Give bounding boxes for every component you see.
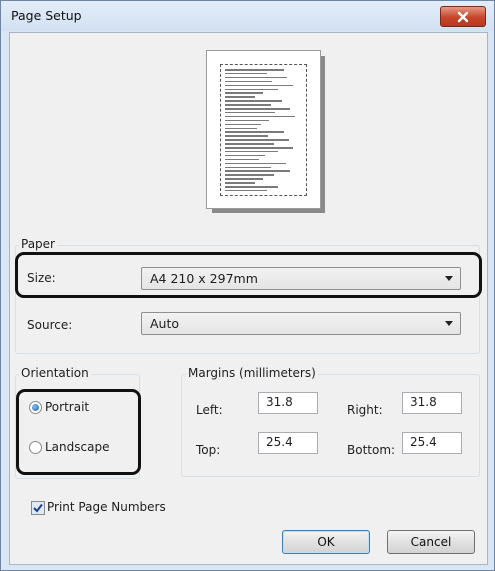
preview-text-line [225,135,268,137]
title-bar[interactable]: Page Setup [1,1,494,31]
preview-text-line [225,96,255,98]
margin-bottom-input[interactable] [410,435,460,449]
preview-text-line [225,72,267,75]
paper-size-value: A4 210 x 297mm [150,271,258,286]
preview-text-line [225,108,290,110]
preview-text-line [225,178,263,180]
preview-text-line [225,182,255,184]
preview-text-line [225,147,293,149]
paper-size-select[interactable]: A4 210 x 297mm [141,267,461,290]
radio-selected-dot [32,404,39,411]
preview-text-line [225,143,274,145]
paper-source-select[interactable]: Auto [141,312,461,335]
preview-text-line [225,80,272,83]
preview-text-line [225,115,295,118]
margin-top-label: Top: [196,443,221,457]
preview-text-line [225,186,278,188]
print-page-numbers-label[interactable]: Print Page Numbers [47,500,166,514]
preview-text-line [225,131,284,133]
preview-text-line [225,174,274,176]
preview-text-line [225,166,271,168]
close-button[interactable] [440,6,486,27]
preview-text-line [225,150,278,153]
preview-text-line [225,88,278,90]
margin-left-field[interactable] [258,392,318,414]
preview-text-line [225,76,287,79]
preview-text-line [225,119,269,122]
preview-text-line [225,154,265,157]
preview-text-line [225,111,275,114]
preview-text-line [225,123,261,126]
portrait-radio[interactable] [29,401,42,414]
cancel-button[interactable]: Cancel [387,530,475,554]
landscape-label[interactable]: Landscape [45,440,109,454]
preview-margin-box [220,64,307,196]
preview-text-line [225,69,284,71]
preview-text-line [225,139,289,141]
margin-left-label: Left: [196,403,223,417]
print-page-numbers-checkbox[interactable] [31,501,45,515]
margin-top-input[interactable] [266,435,316,449]
source-label: Source: [27,318,73,332]
margins-group-label: Margins (millimeters) [186,366,318,380]
portrait-label[interactable]: Portrait [45,400,89,414]
page-setup-window: Page Setup Paper Size: A4 210 x 297mm So… [0,0,495,571]
preview-text-line [225,162,286,165]
preview-text-line [225,104,271,106]
size-label: Size: [27,271,56,285]
margin-bottom-field[interactable] [402,432,462,454]
orientation-group-label: Orientation [19,366,91,380]
margin-right-input[interactable] [410,395,460,409]
landscape-radio[interactable] [29,441,42,454]
chevron-down-icon [445,321,453,326]
margin-left-input[interactable] [266,395,316,409]
checkmark-icon [33,503,43,513]
preview-text-line [225,84,293,87]
margin-right-field[interactable] [402,392,462,414]
margin-bottom-label: Bottom: [347,443,396,457]
chevron-down-icon [445,276,453,281]
paper-group-label: Paper [19,237,57,251]
paper-source-value: Auto [150,316,180,331]
page-preview [206,50,321,209]
preview-text-line [225,92,263,94]
preview-text-line [225,100,282,102]
margins-group [181,374,480,477]
preview-text-line [225,158,259,161]
preview-text-line [225,170,290,172]
margin-top-field[interactable] [258,432,318,454]
preview-text-line [225,127,257,129]
window-title: Page Setup [11,8,82,23]
close-icon [457,11,469,22]
preview-text-line [225,189,267,192]
dialog-body: Paper Size: A4 210 x 297mm Source: Auto … [9,32,488,565]
ok-button[interactable]: OK [282,530,370,554]
margin-right-label: Right: [347,403,383,417]
